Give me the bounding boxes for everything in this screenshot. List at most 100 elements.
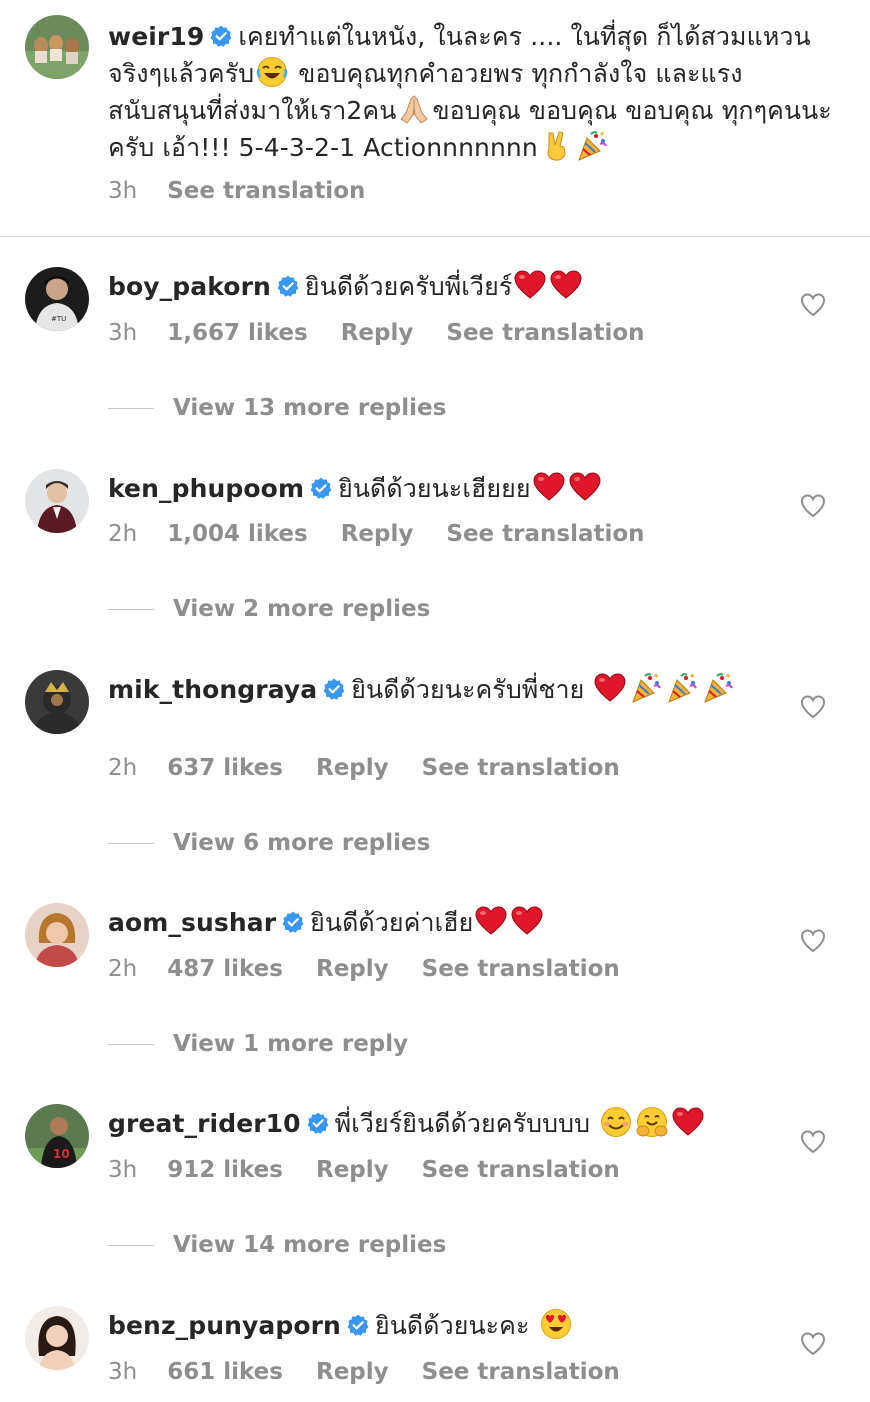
heart-eyes-emoji <box>540 1308 572 1340</box>
verified-badge-icon <box>310 477 332 499</box>
username[interactable]: aom_sushar <box>108 908 276 937</box>
svg-text:10: 10 <box>53 1147 70 1161</box>
view-replies-link[interactable]: View 1 more reply <box>108 1031 408 1057</box>
red-heart-emoji <box>533 471 565 503</box>
comment-body: ยินดีด้วยนะครับพี่ชาย <box>351 675 593 704</box>
red-heart-emoji <box>514 269 546 301</box>
red-heart-emoji <box>550 269 582 301</box>
red-heart-emoji <box>594 672 626 704</box>
verified-badge-icon <box>282 911 304 933</box>
username[interactable]: weir19 <box>108 22 204 51</box>
avatar[interactable] <box>25 1306 89 1370</box>
avatar[interactable] <box>25 670 89 734</box>
avatar[interactable]: #TU <box>25 267 89 331</box>
timestamp: 2h <box>108 755 138 781</box>
reply-divider-line <box>108 609 154 610</box>
smiling-face-emoji <box>600 1106 632 1138</box>
reply-button[interactable]: Reply <box>341 521 414 547</box>
post-caption: weir19 เคยทำแต่ในหนัง, ในละคร .... ในที่ส… <box>0 0 870 237</box>
see-translation-link[interactable]: See translation <box>422 1157 620 1183</box>
timestamp: 2h <box>108 521 138 547</box>
comment-meta: 3h 912 likes Reply See translation <box>108 1157 653 1183</box>
view-replies-label: View 13 more replies <box>173 395 447 421</box>
heart-outline-icon[interactable] <box>800 1129 826 1155</box>
reply-button[interactable]: Reply <box>316 956 389 982</box>
hugging-face-emoji <box>636 1106 668 1138</box>
likes-count[interactable]: 1,004 likes <box>167 521 308 547</box>
view-replies-link[interactable]: View 13 more replies <box>108 395 446 421</box>
reply-divider-line <box>108 1044 154 1045</box>
avatar[interactable] <box>25 15 89 79</box>
see-translation-link[interactable]: See translation <box>422 956 620 982</box>
svg-text:#TU: #TU <box>51 315 66 323</box>
timestamp: 3h <box>108 178 138 204</box>
victory-hand-emoji <box>547 131 566 161</box>
timestamp: 3h <box>108 1157 138 1183</box>
username[interactable]: ken_phupoom <box>108 474 304 503</box>
username[interactable]: benz_punyaporn <box>108 1311 341 1340</box>
timestamp: 3h <box>108 320 138 346</box>
comment-text: great_rider10 พี่เวียร์ยินดีด้วยครับบบบ <box>108 1105 706 1142</box>
comment-text: mik_thongraya ยินดีด้วยนะครับพี่ชาย <box>108 671 758 708</box>
heart-outline-icon[interactable] <box>800 694 826 720</box>
party-popper-emoji <box>666 672 698 704</box>
reply-button[interactable]: Reply <box>316 1157 389 1183</box>
comment-meta: 3h 1,667 likes Reply See translation <box>108 320 678 346</box>
heart-outline-icon[interactable] <box>800 292 826 318</box>
heart-outline-icon[interactable] <box>800 928 826 954</box>
see-translation-link[interactable]: See translation <box>446 521 644 547</box>
red-heart-emoji <box>672 1106 704 1138</box>
view-replies-link[interactable]: View 14 more replies <box>108 1232 446 1258</box>
timestamp: 3h <box>108 1359 138 1385</box>
see-translation-link[interactable]: See translation <box>422 755 620 781</box>
likes-count[interactable]: 637 likes <box>167 755 283 781</box>
view-replies-label: View 2 more replies <box>173 596 431 622</box>
likes-count[interactable]: 661 likes <box>167 1359 283 1385</box>
reply-divider-line <box>108 843 154 844</box>
party-popper-emoji <box>702 672 734 704</box>
avatar[interactable] <box>25 469 89 533</box>
comment-meta: 2h 1,004 likes Reply See translation <box>108 521 678 547</box>
comment-text: aom_sushar ยินดีด้วยค่าเฮีย <box>108 904 545 941</box>
username[interactable]: boy_pakorn <box>108 272 271 301</box>
view-replies-label: View 14 more replies <box>173 1232 447 1258</box>
username[interactable]: great_rider10 <box>108 1109 301 1138</box>
likes-count[interactable]: 912 likes <box>167 1157 283 1183</box>
username[interactable]: mik_thongraya <box>108 675 317 704</box>
comment-meta: 2h 637 likes Reply See translation <box>108 755 653 781</box>
party-popper-emoji <box>630 672 662 704</box>
reply-button[interactable]: Reply <box>341 320 414 346</box>
see-translation-link[interactable]: See translation <box>422 1359 620 1385</box>
comment-meta: 3h 661 likes Reply See translation <box>108 1359 653 1385</box>
likes-count[interactable]: 487 likes <box>167 956 283 982</box>
likes-count[interactable]: 1,667 likes <box>167 320 308 346</box>
comment-body: ยินดีด้วยนะคะ <box>374 1311 538 1340</box>
verified-badge-icon <box>307 1112 329 1134</box>
tears-of-joy-emoji <box>256 56 288 88</box>
verified-badge-icon <box>210 25 232 47</box>
caption-text: weir19 เคยทำแต่ในหนัง, ในละคร .... ในที่ส… <box>108 18 838 166</box>
verified-badge-icon <box>347 1314 369 1336</box>
avatar[interactable] <box>25 903 89 967</box>
heart-outline-icon[interactable] <box>800 1331 826 1357</box>
verified-badge-icon <box>323 678 345 700</box>
view-replies-link[interactable]: View 2 more replies <box>108 596 430 622</box>
red-heart-emoji <box>569 471 601 503</box>
red-heart-emoji <box>475 905 507 937</box>
verified-badge-icon <box>277 275 299 297</box>
reply-button[interactable]: Reply <box>316 1359 389 1385</box>
avatar[interactable]: 10 <box>25 1104 89 1168</box>
comment-body: พี่เวียร์ยินดีด้วยครับบบบ <box>334 1109 599 1138</box>
heart-outline-icon[interactable] <box>800 493 826 519</box>
view-replies-link[interactable]: View 6 more replies <box>108 830 430 856</box>
comment-meta: 2h 487 likes Reply See translation <box>108 956 653 982</box>
comment-text: boy_pakorn ยินดีด้วยครับพี่เวียร์ <box>108 268 584 305</box>
folded-hands-emoji <box>400 95 429 124</box>
reply-button[interactable]: Reply <box>316 755 389 781</box>
comment-text: benz_punyaporn ยินดีด้วยนะคะ <box>108 1307 574 1344</box>
see-translation-link[interactable]: See translation <box>446 320 644 346</box>
view-replies-label: View 1 more reply <box>173 1031 409 1057</box>
red-heart-emoji <box>511 905 543 937</box>
see-translation-link[interactable]: See translation <box>167 178 365 204</box>
timestamp: 2h <box>108 956 138 982</box>
